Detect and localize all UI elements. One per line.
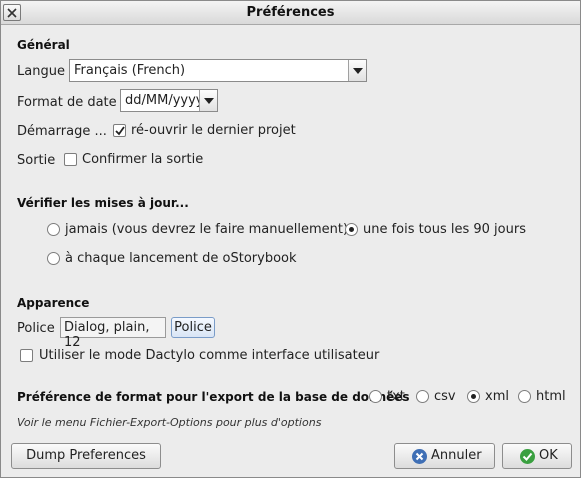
startup-label: Démarrage ...: [17, 124, 107, 139]
exit-label: Sortie: [17, 153, 56, 168]
language-select[interactable]: Français (French): [69, 59, 367, 82]
export-csv-label[interactable]: csv: [434, 389, 456, 404]
preferences-content: Général Langue Français (French) Format …: [2, 26, 579, 436]
checkmark-icon: [115, 126, 125, 136]
chevron-down-icon: [353, 68, 363, 74]
language-select-value: Français (French): [74, 63, 186, 78]
update-never-radio[interactable]: [47, 223, 60, 236]
export-html-radio[interactable]: [518, 390, 531, 403]
update-90-days-radio[interactable]: [345, 223, 358, 236]
date-format-dropdown-button[interactable]: [199, 90, 217, 111]
date-format-select[interactable]: dd/MM/yyyy: [120, 89, 218, 112]
font-label: Police: [17, 321, 55, 336]
ok-button[interactable]: OK: [502, 443, 572, 469]
export-txt-radio[interactable]: [369, 390, 382, 403]
reopen-last-project-label[interactable]: ré-ouvrir le dernier projet: [131, 123, 296, 138]
confirm-exit-label[interactable]: Confirmer la sortie: [82, 152, 203, 167]
export-html-label[interactable]: html: [536, 389, 566, 404]
language-dropdown-button[interactable]: [348, 60, 366, 81]
confirm-exit-checkbox[interactable]: [64, 153, 77, 166]
general-heading: Général: [17, 38, 70, 52]
update-each-launch-label[interactable]: à chaque lancement de oStorybook: [65, 251, 297, 266]
export-xml-radio[interactable]: [467, 390, 480, 403]
font-value-field: Dialog, plain, 12: [60, 317, 166, 350]
typing-mode-label[interactable]: Utiliser le mode Dactylo comme interface…: [39, 348, 379, 363]
window-title: Préférences: [246, 5, 335, 20]
update-each-launch-radio[interactable]: [47, 252, 60, 265]
title-bar[interactable]: Préférences: [1, 1, 580, 25]
appearance-heading: Apparence: [17, 296, 90, 310]
export-xml-label[interactable]: xml: [485, 389, 509, 404]
cancel-button-label: Annuler: [431, 448, 482, 463]
dump-preferences-button[interactable]: Dump Preferences: [11, 443, 161, 469]
update-never-label[interactable]: jamais (vous devrez le faire manuellemen…: [65, 222, 348, 237]
cancel-icon: [412, 449, 427, 464]
date-format-label: Format de date: [17, 95, 117, 110]
update-90-days-label[interactable]: une fois tous les 90 jours: [363, 222, 526, 237]
date-format-value: dd/MM/yyyy: [125, 93, 204, 108]
ok-button-label: OK: [539, 448, 558, 463]
updates-heading: Vérifier les mises à jour...: [17, 196, 189, 210]
font-button[interactable]: Police: [171, 317, 215, 338]
reopen-last-project-checkbox[interactable]: [113, 124, 126, 137]
chevron-down-icon: [204, 98, 214, 104]
typing-mode-checkbox[interactable]: [20, 349, 33, 362]
cancel-button[interactable]: Annuler: [394, 443, 495, 469]
language-label: Langue: [17, 64, 65, 79]
preferences-window: Préférences Général Langue Français (Fre…: [0, 0, 581, 478]
font-value: Dialog, plain, 12: [64, 320, 150, 350]
export-txt-label[interactable]: txt: [387, 389, 405, 404]
export-format-label: Préférence de format pour l'export de la…: [17, 390, 410, 404]
export-options-note: Voir le menu Fichier-Export-Options pour…: [17, 416, 322, 429]
export-csv-radio[interactable]: [416, 390, 429, 403]
ok-check-icon: [520, 449, 535, 464]
